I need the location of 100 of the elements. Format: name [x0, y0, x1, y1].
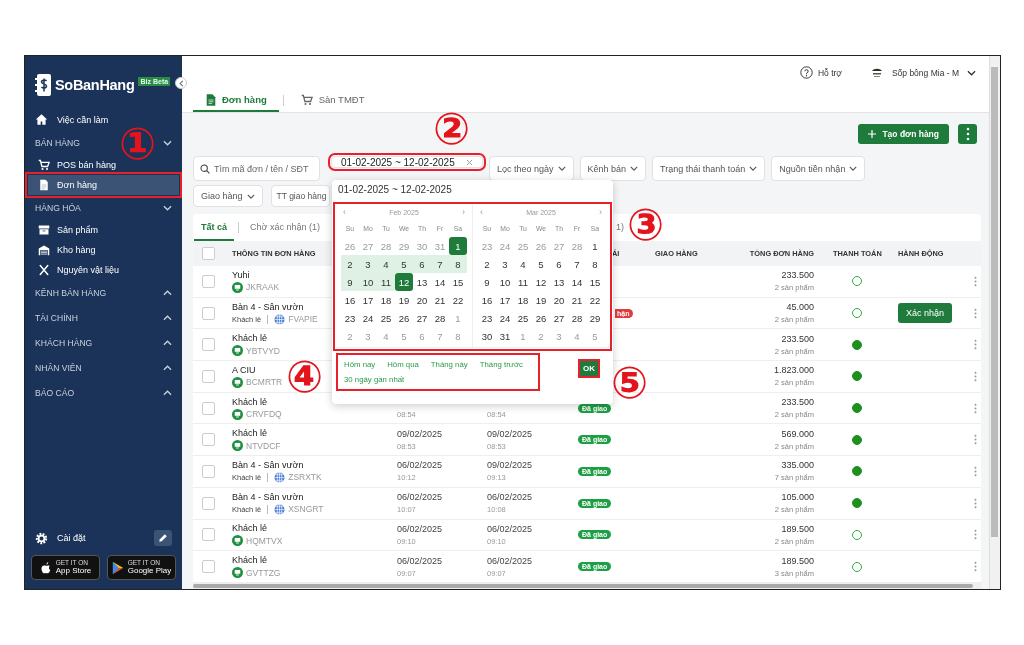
calendar-day[interactable]: 14: [431, 273, 449, 291]
chevron-icon[interactable]: [163, 339, 172, 346]
calendar-day[interactable]: 7: [431, 255, 449, 273]
calendar-day[interactable]: 13: [550, 273, 568, 291]
more-icon[interactable]: [974, 275, 977, 287]
checkbox[interactable]: [202, 338, 215, 352]
calendar-day[interactable]: 12: [532, 273, 550, 291]
sidebar-section[interactable]: HÀNG HÓA: [35, 202, 81, 213]
calendar-day[interactable]: 28: [431, 309, 449, 327]
chevron-icon[interactable]: [163, 139, 172, 146]
calendar-day[interactable]: 20: [550, 291, 568, 309]
sidebar-section[interactable]: BÁN HÀNG: [35, 137, 80, 148]
calendar-day[interactable]: 18: [514, 291, 532, 309]
calendar-day[interactable]: 15: [586, 273, 604, 291]
calendar-day[interactable]: 27: [550, 309, 568, 327]
checkbox[interactable]: [202, 247, 215, 260]
confirm-button[interactable]: Xác nhận: [898, 303, 953, 324]
edit-button[interactable]: [154, 530, 172, 546]
calendar-day[interactable]: 8: [449, 255, 467, 273]
calendar-day[interactable]: 4: [377, 255, 395, 273]
date-range-field[interactable]: 01-02-2025 ~ 12-02-2025: [331, 156, 483, 168]
chevron-icon[interactable]: [163, 364, 172, 371]
calendar-day[interactable]: 4: [514, 255, 532, 273]
calendar-day[interactable]: 6: [550, 255, 568, 273]
calendar-day[interactable]: 22: [449, 291, 467, 309]
calendar-day[interactable]: 28: [568, 309, 586, 327]
calendar-day[interactable]: 19: [395, 291, 413, 309]
calendar-day[interactable]: 5: [532, 255, 550, 273]
close-icon[interactable]: [466, 158, 473, 166]
calendar-day[interactable]: 9: [478, 273, 496, 291]
ok-button[interactable]: OK: [578, 359, 600, 378]
sidebar-item[interactable]: Sản phẩm: [28, 220, 179, 240]
checkbox[interactable]: [202, 274, 215, 288]
calendar-day[interactable]: 3: [359, 255, 377, 273]
calendar-day[interactable]: 24: [496, 309, 514, 327]
sidebar-item[interactable]: Đơn hàng: [28, 175, 179, 195]
filter-dropdown[interactable]: Nguồn tiền nhận: [771, 156, 866, 181]
calendar-day[interactable]: 20: [413, 291, 431, 309]
calendar-day[interactable]: 21: [568, 291, 586, 309]
calendar-day[interactable]: 10: [359, 273, 377, 291]
tab[interactable]: Đơn hàng: [193, 89, 279, 112]
calendar-day[interactable]: 13: [413, 273, 431, 291]
calendar-day[interactable]: 1: [449, 237, 467, 255]
checkbox[interactable]: [202, 306, 215, 320]
calendar-day[interactable]: 27: [413, 309, 431, 327]
checkbox[interactable]: [202, 401, 215, 415]
create-order-button[interactable]: Tạo đơn hàng: [858, 124, 949, 144]
more-icon[interactable]: [974, 339, 977, 351]
checkbox[interactable]: [202, 528, 215, 542]
calendar-day[interactable]: 2: [341, 255, 359, 273]
checkbox[interactable]: [202, 369, 215, 383]
horizontal-scrollbar[interactable]: [193, 583, 981, 589]
more-icon[interactable]: [974, 434, 977, 446]
sidebar-section[interactable]: BÁO CÁO: [35, 387, 75, 398]
filter-dropdown[interactable]: Kênh bán: [579, 156, 647, 181]
calendar-day[interactable]: 18: [377, 291, 395, 309]
calendar-day[interactable]: 1: [586, 237, 604, 255]
calendar-day[interactable]: 25: [377, 309, 395, 327]
calendar-day[interactable]: 10: [496, 273, 514, 291]
checkbox[interactable]: [202, 496, 215, 510]
more-icon[interactable]: [974, 307, 977, 319]
calendar-day[interactable]: 15: [449, 273, 467, 291]
calendar-day[interactable]: 23: [341, 309, 359, 327]
calendar-day[interactable]: 5: [395, 255, 413, 273]
sidebar-section[interactable]: TÀI CHÍNH: [35, 312, 78, 323]
checkbox[interactable]: [202, 464, 215, 478]
more-icon[interactable]: [974, 402, 977, 414]
search-field[interactable]: Tìm mã đơn / tên / SĐT: [193, 156, 320, 181]
calendar-day[interactable]: 26: [532, 309, 550, 327]
calendar-day[interactable]: 12: [395, 273, 413, 291]
calendar-day[interactable]: 30: [478, 327, 496, 345]
calendar-day[interactable]: 11: [514, 273, 532, 291]
filter-dropdown[interactable]: Giao hàng: [193, 185, 263, 207]
calendar-day[interactable]: 24: [359, 309, 377, 327]
calendar-day[interactable]: 23: [478, 309, 496, 327]
vertical-scrollbar[interactable]: [989, 56, 1000, 589]
sidebar-section[interactable]: KHÁCH HÀNG: [35, 337, 93, 348]
calendar-day[interactable]: 9: [341, 273, 359, 291]
tab[interactable]: 1): [614, 214, 625, 241]
calendar-day[interactable]: 29: [586, 309, 604, 327]
sidebar-item[interactable]: Kho hàng: [28, 240, 179, 260]
tab[interactable]: Sàn TMĐT: [287, 89, 377, 112]
filter-dropdown[interactable]: Lọc theo ngày: [489, 156, 574, 181]
user-menu[interactable]: Sốp bông Mia - M: [869, 66, 976, 79]
calendar-day[interactable]: 16: [341, 291, 359, 309]
chevron-icon[interactable]: [163, 389, 172, 396]
sidebar-section[interactable]: NHÂN VIÊN: [35, 362, 82, 373]
help-link[interactable]: Hỗ trợ: [799, 66, 842, 79]
chevron-icon[interactable]: [163, 289, 172, 296]
calendar-day[interactable]: 11: [377, 273, 395, 291]
filter-dropdown[interactable]: Trạng thái thanh toán: [652, 156, 766, 181]
calendar-day[interactable]: 16: [478, 291, 496, 309]
calendar-day[interactable]: 21: [431, 291, 449, 309]
calendar-day[interactable]: 2: [478, 255, 496, 273]
calendar-day[interactable]: 25: [514, 309, 532, 327]
more-icon[interactable]: [974, 370, 977, 382]
settings-link[interactable]: Cài đặt: [35, 531, 86, 545]
checkbox[interactable]: [202, 560, 215, 574]
sidebar-section[interactable]: KÊNH BÁN HÀNG: [35, 287, 107, 298]
more-icon[interactable]: [974, 529, 977, 541]
